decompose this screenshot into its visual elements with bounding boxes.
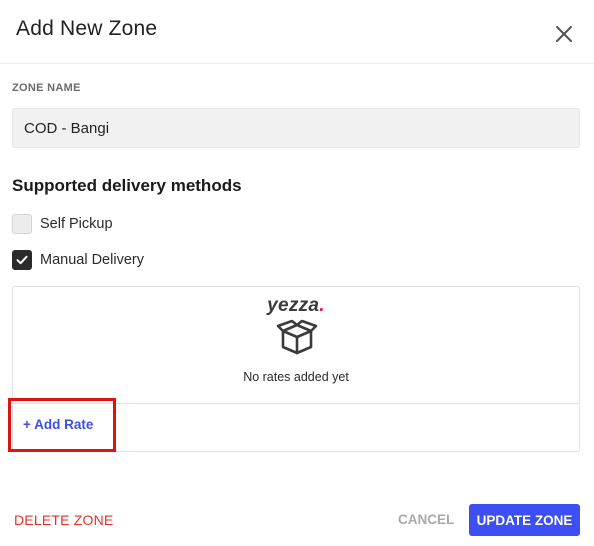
- zone-name-input[interactable]: [12, 108, 580, 148]
- brand-text: yezza: [267, 295, 320, 316]
- manual-delivery-option[interactable]: Manual Delivery: [12, 250, 144, 270]
- cancel-button[interactable]: CANCEL: [398, 512, 454, 527]
- self-pickup-label: Self Pickup: [40, 216, 113, 232]
- self-pickup-checkbox[interactable]: [12, 214, 32, 234]
- add-rate-highlight: [8, 398, 116, 452]
- delivery-methods-title: Supported delivery methods: [12, 176, 242, 195]
- self-pickup-option[interactable]: Self Pickup: [12, 214, 113, 234]
- update-zone-button[interactable]: UPDATE ZONE: [469, 504, 580, 536]
- dialog-header: Add New Zone: [0, 0, 594, 64]
- checkmark-icon: [16, 255, 28, 265]
- empty-rates-text: No rates added yet: [243, 370, 349, 384]
- brand-logo: yezza.: [13, 295, 579, 317]
- close-icon[interactable]: [552, 22, 576, 46]
- manual-delivery-label: Manual Delivery: [40, 252, 144, 268]
- manual-delivery-checkbox[interactable]: [12, 250, 32, 270]
- zone-name-label: ZONE NAME: [12, 82, 81, 94]
- delete-zone-button[interactable]: DELETE ZONE: [14, 512, 113, 528]
- dialog-title: Add New Zone: [16, 17, 158, 40]
- box-icon: [275, 319, 319, 357]
- brand-dot: .: [319, 295, 325, 316]
